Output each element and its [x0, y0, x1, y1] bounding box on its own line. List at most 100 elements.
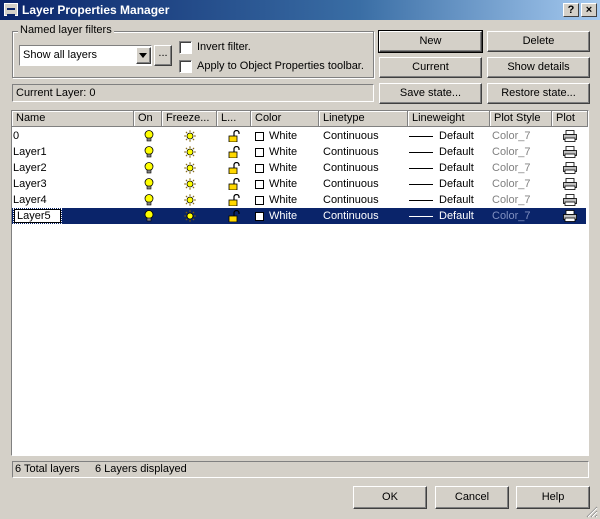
- filter-dropdown[interactable]: Show all layers: [19, 45, 152, 66]
- layer-name[interactable]: Layer2: [13, 160, 47, 176]
- column-header-name[interactable]: Name: [12, 111, 134, 127]
- filter-dropdown-value: Show all layers: [23, 49, 97, 61]
- size-grip-icon[interactable]: [586, 506, 598, 518]
- color-swatch[interactable]: [255, 132, 264, 141]
- layer-name[interactable]: 0: [13, 128, 19, 144]
- help-title-button[interactable]: ?: [563, 3, 579, 17]
- printer-icon[interactable]: [563, 130, 577, 145]
- current-button[interactable]: Current: [379, 57, 482, 78]
- layer-color[interactable]: White: [269, 144, 297, 160]
- layer-rows: 0 White Continuous Default Color_7 Layer1 Whit…: [12, 128, 588, 448]
- layer-name[interactable]: Layer3: [13, 176, 47, 192]
- layer-plot-style: Color_7: [492, 194, 531, 206]
- sun-icon[interactable]: [184, 130, 196, 145]
- unlocked-padlock-icon[interactable]: [228, 129, 240, 145]
- current-layer-text: Current Layer: 0: [16, 87, 96, 99]
- layer-color[interactable]: White: [269, 128, 297, 144]
- color-swatch[interactable]: [255, 164, 264, 173]
- layer-lineweight[interactable]: Default: [439, 160, 474, 176]
- restore-state-button[interactable]: Restore state...: [487, 83, 590, 104]
- layer-linetype[interactable]: Continuous: [323, 128, 379, 144]
- layer-name[interactable]: Layer4: [13, 192, 47, 208]
- layer-plot-style: Color_7: [492, 146, 531, 158]
- apply-toolbar-label: Apply to Object Properties toolbar.: [197, 60, 364, 72]
- sun-icon[interactable]: [184, 146, 196, 161]
- unlocked-padlock-icon[interactable]: [228, 145, 240, 161]
- column-header-lineweight[interactable]: Lineweight: [408, 111, 490, 127]
- color-swatch[interactable]: [255, 148, 264, 157]
- lineweight-sample: [409, 168, 433, 169]
- column-header-color[interactable]: Color: [251, 111, 319, 127]
- help-button[interactable]: Help: [516, 486, 590, 509]
- layer-name[interactable]: Layer1: [13, 144, 47, 160]
- lightbulb-icon[interactable]: [144, 210, 154, 225]
- layer-plot-style: Color_7: [492, 178, 531, 190]
- lineweight-sample: [409, 216, 433, 217]
- color-swatch[interactable]: [255, 212, 264, 221]
- save-state-button[interactable]: Save state...: [379, 83, 482, 104]
- unlocked-padlock-icon[interactable]: [228, 193, 240, 209]
- layer-row[interactable]: Layer4 White Continuous Default Color_7: [12, 192, 586, 208]
- layer-linetype[interactable]: Continuous: [323, 176, 379, 192]
- color-swatch[interactable]: [255, 180, 264, 189]
- printer-icon[interactable]: [563, 162, 577, 177]
- layer-linetype[interactable]: Continuous: [323, 208, 379, 224]
- column-header-row: Name On Freeze... L... Color Linetype Li…: [12, 111, 588, 127]
- layer-lineweight[interactable]: Default: [439, 192, 474, 208]
- layer-color[interactable]: White: [269, 208, 297, 224]
- delete-button[interactable]: Delete: [487, 31, 590, 52]
- layer-row[interactable]: Layer3 White Continuous Default Color_7: [12, 176, 586, 192]
- layer-lineweight[interactable]: Default: [439, 176, 474, 192]
- layer-list[interactable]: Name On Freeze... L... Color Linetype Li…: [11, 110, 589, 456]
- layer-lineweight[interactable]: Default: [439, 128, 474, 144]
- layer-name-edit-field[interactable]: Layer5: [13, 208, 62, 224]
- lightbulb-icon[interactable]: [144, 194, 154, 209]
- layer-color[interactable]: White: [269, 176, 297, 192]
- unlocked-padlock-icon[interactable]: [228, 161, 240, 177]
- named-layer-filters-label: Named layer filters: [18, 24, 114, 36]
- column-header-freeze[interactable]: Freeze...: [162, 111, 217, 127]
- printer-icon[interactable]: [563, 210, 577, 225]
- lightbulb-icon[interactable]: [144, 162, 154, 177]
- lightbulb-icon[interactable]: [144, 146, 154, 161]
- column-header-on[interactable]: On: [134, 111, 162, 127]
- ok-button[interactable]: OK: [353, 486, 427, 509]
- layer-color[interactable]: White: [269, 160, 297, 176]
- layer-row[interactable]: Layer5 White Continuous Default Color_7: [12, 208, 586, 224]
- unlocked-padlock-icon[interactable]: [228, 209, 240, 225]
- layer-row[interactable]: Layer2 White Continuous Default Color_7: [12, 160, 586, 176]
- layer-row[interactable]: Layer1 White Continuous Default Color_7: [12, 144, 586, 160]
- sun-icon[interactable]: [184, 210, 196, 225]
- printer-icon[interactable]: [563, 178, 577, 193]
- sun-icon[interactable]: [184, 194, 196, 209]
- app-icon: [4, 3, 18, 16]
- layer-color[interactable]: White: [269, 192, 297, 208]
- printer-icon[interactable]: [563, 194, 577, 209]
- layer-linetype[interactable]: Continuous: [323, 144, 379, 160]
- cancel-button[interactable]: Cancel: [435, 486, 509, 509]
- new-button[interactable]: New: [378, 30, 483, 53]
- current-layer-display: Current Layer: 0: [12, 84, 374, 102]
- layer-linetype[interactable]: Continuous: [323, 192, 379, 208]
- chevron-down-icon[interactable]: [136, 47, 151, 64]
- column-header-plot[interactable]: Plot: [552, 111, 588, 127]
- color-swatch[interactable]: [255, 196, 264, 205]
- unlocked-padlock-icon[interactable]: [228, 177, 240, 193]
- printer-icon[interactable]: [563, 146, 577, 161]
- column-header-plot-style[interactable]: Plot Style: [490, 111, 552, 127]
- browse-filters-button[interactable]: ...: [154, 45, 172, 66]
- lightbulb-icon[interactable]: [144, 130, 154, 145]
- layer-linetype[interactable]: Continuous: [323, 160, 379, 176]
- show-details-button[interactable]: Show details: [487, 57, 590, 78]
- sun-icon[interactable]: [184, 162, 196, 177]
- close-button[interactable]: ×: [581, 3, 597, 17]
- layer-lineweight[interactable]: Default: [439, 144, 474, 160]
- apply-toolbar-checkbox[interactable]: [179, 60, 192, 73]
- invert-filter-checkbox[interactable]: [179, 41, 192, 54]
- column-header-linetype[interactable]: Linetype: [319, 111, 408, 127]
- lightbulb-icon[interactable]: [144, 178, 154, 193]
- column-header-lock[interactable]: L...: [217, 111, 251, 127]
- layer-row[interactable]: 0 White Continuous Default Color_7: [12, 128, 586, 144]
- sun-icon[interactable]: [184, 178, 196, 193]
- layer-lineweight[interactable]: Default: [439, 208, 474, 224]
